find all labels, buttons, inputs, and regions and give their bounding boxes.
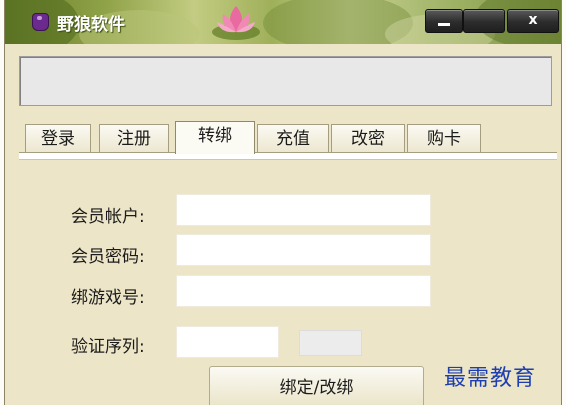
tab-divider xyxy=(19,152,557,160)
minimize-button[interactable] xyxy=(425,9,463,33)
captcha-input[interactable] xyxy=(176,326,279,358)
minimize-icon xyxy=(438,23,450,26)
status-panel xyxy=(19,56,552,106)
bind-button[interactable]: 绑定/改绑 xyxy=(209,366,424,405)
tab-change-password[interactable]: 改密 xyxy=(331,124,405,152)
app-window: 野狼软件 x 登录 注册 转绑 充值 改密 购卡 会员帐户: 会员密码: 绑游戏… xyxy=(4,0,562,405)
app-icon xyxy=(32,13,49,31)
title-bar[interactable]: 野狼软件 x xyxy=(5,0,561,44)
tab-register[interactable]: 注册 xyxy=(99,124,169,152)
captcha-label: 验证序列: xyxy=(71,337,145,357)
account-input[interactable] xyxy=(176,194,431,226)
tab-label: 改密 xyxy=(351,129,385,149)
account-label: 会员帐户: xyxy=(71,207,145,227)
tab-rebind[interactable]: 转绑 xyxy=(175,121,255,154)
close-icon: x xyxy=(528,12,538,28)
watermark-text: 最需教育 xyxy=(444,366,537,391)
bind-button-label: 绑定/改绑 xyxy=(279,378,354,398)
maximize-button[interactable] xyxy=(463,9,505,33)
tab-label: 购卡 xyxy=(427,129,461,149)
tab-label: 注册 xyxy=(117,129,151,149)
tab-label: 充值 xyxy=(276,129,310,149)
tab-label: 转绑 xyxy=(198,126,232,146)
password-label: 会员密码: xyxy=(71,247,145,267)
game-id-label: 绑游戏号: xyxy=(71,288,145,308)
lotus-icon xyxy=(212,6,260,40)
tab-label: 登录 xyxy=(41,129,75,149)
password-input[interactable] xyxy=(176,234,431,266)
tab-login[interactable]: 登录 xyxy=(25,124,91,152)
close-button[interactable]: x xyxy=(507,9,559,33)
window-title: 野狼软件 xyxy=(57,15,125,35)
captcha-image[interactable] xyxy=(299,330,362,356)
tab-recharge[interactable]: 充值 xyxy=(257,124,329,152)
game-id-input[interactable] xyxy=(176,275,431,307)
tab-buy-card[interactable]: 购卡 xyxy=(407,124,481,152)
